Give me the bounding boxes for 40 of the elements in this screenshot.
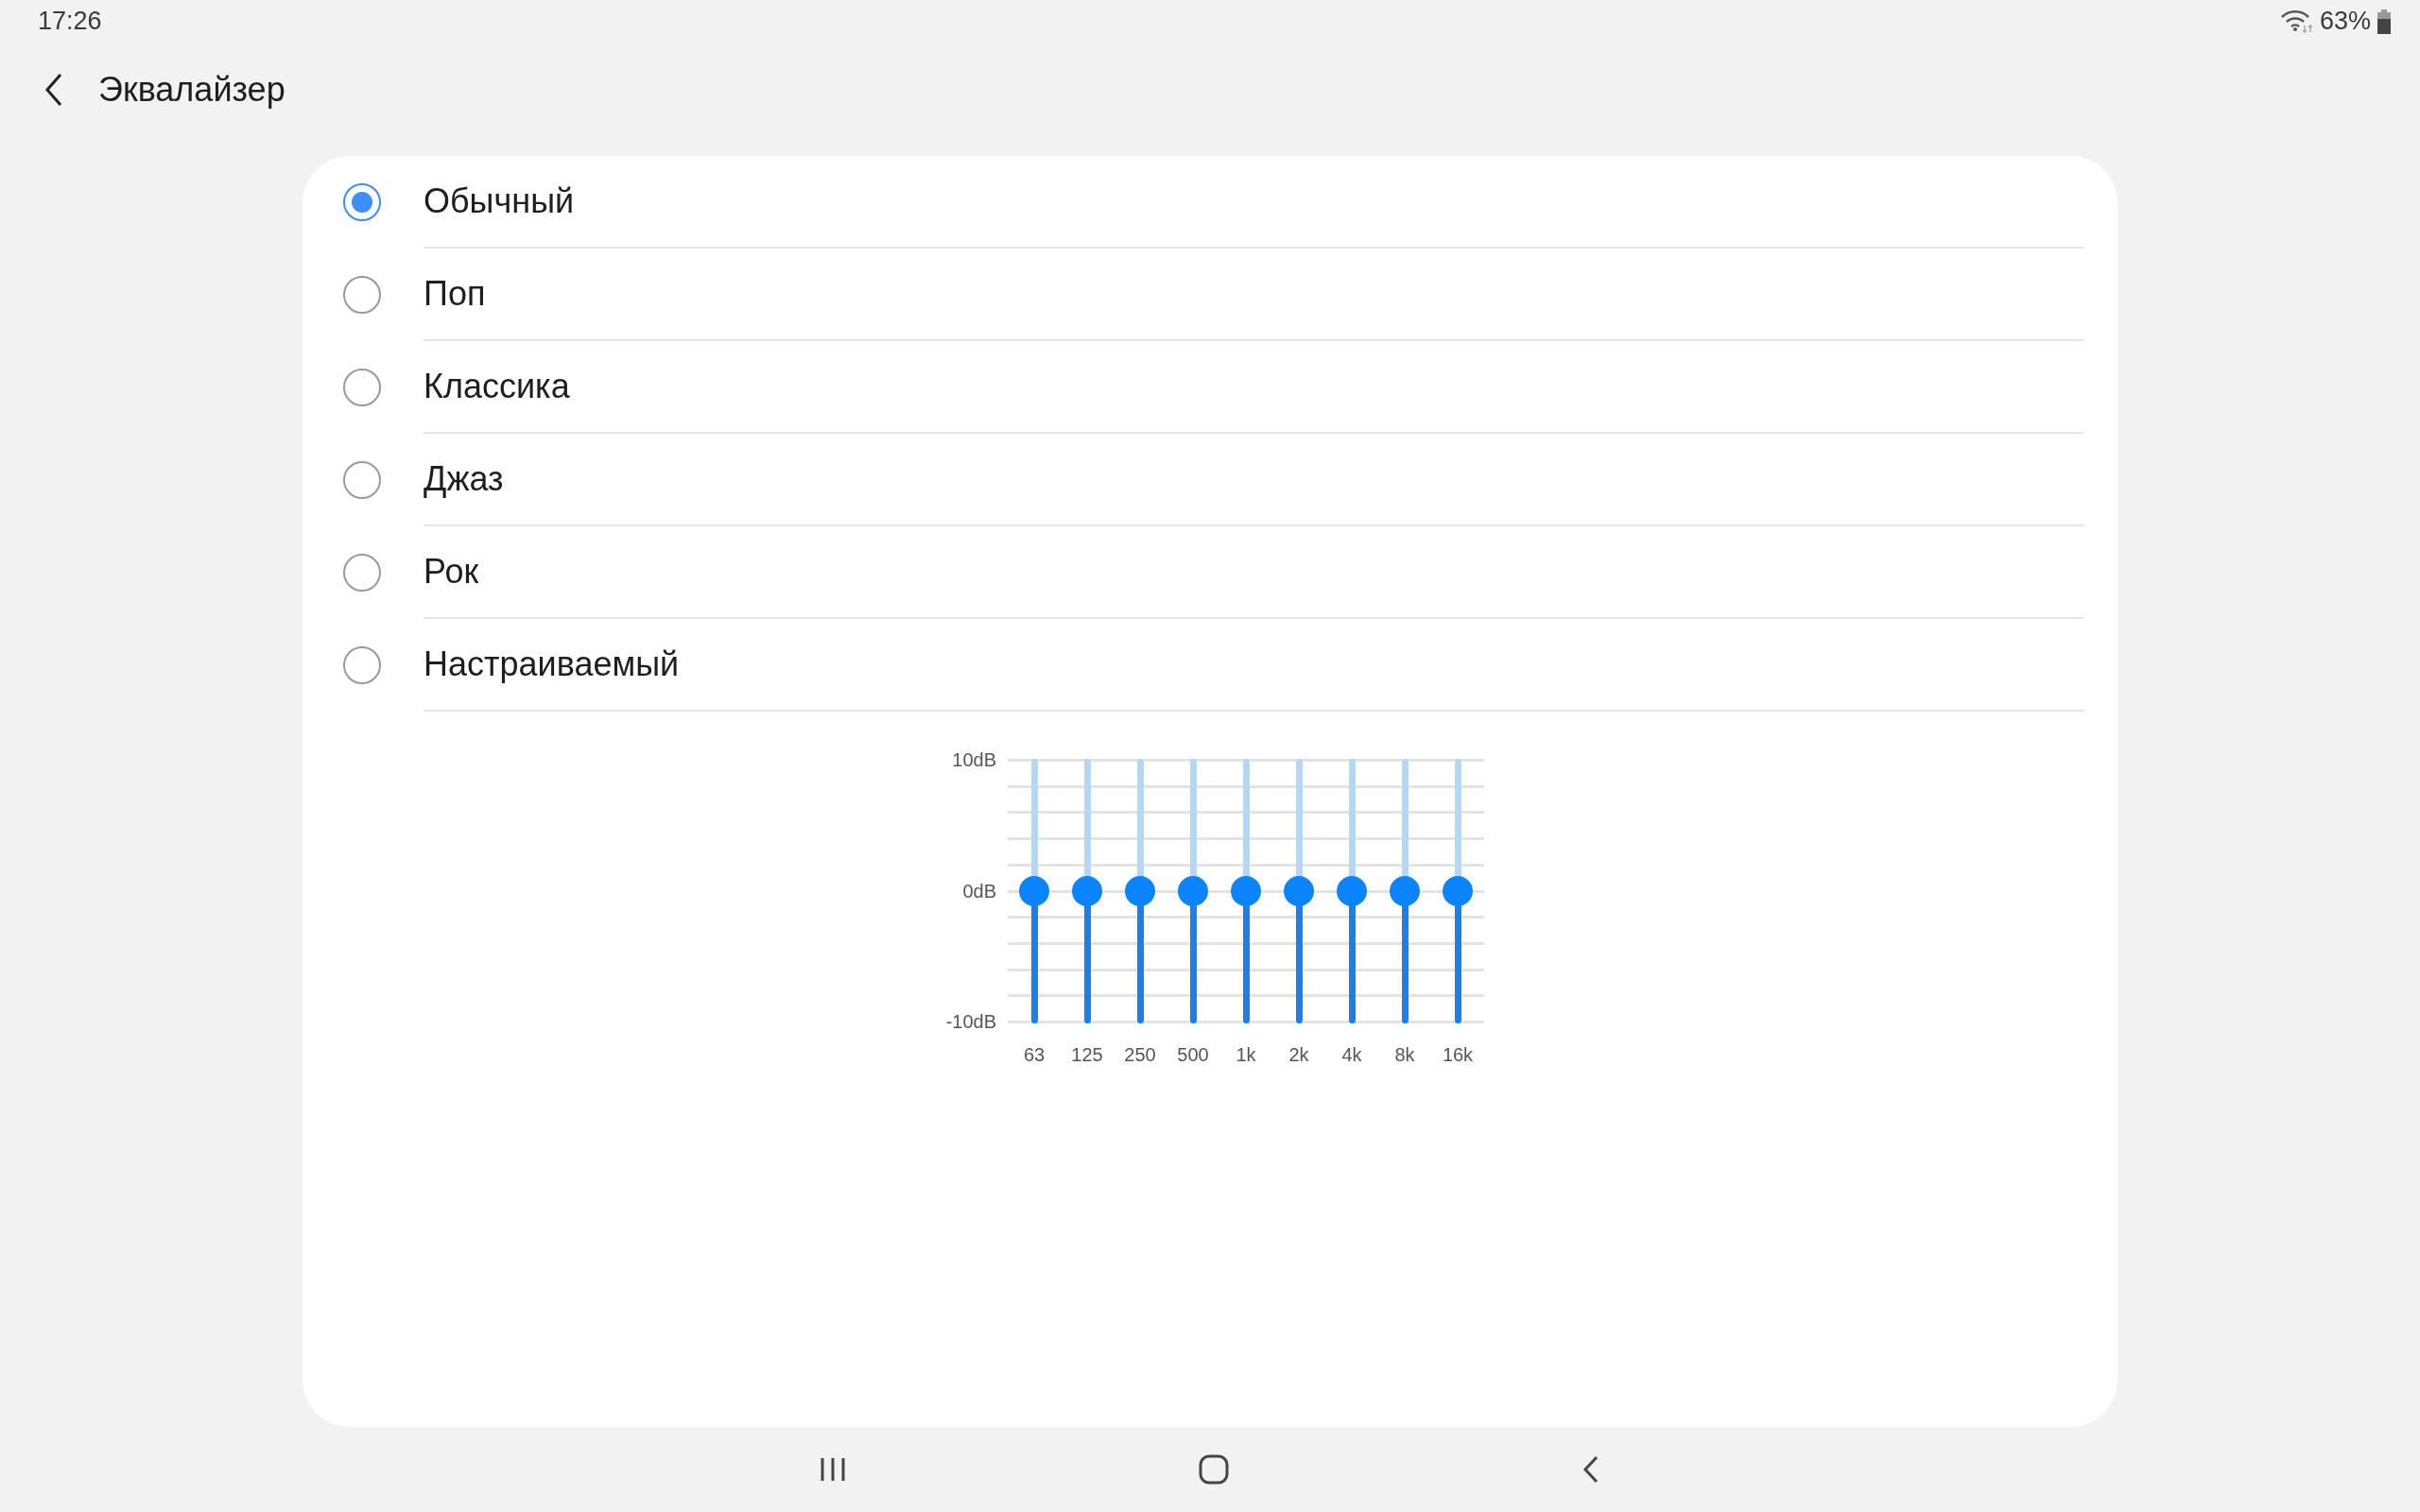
- clock-time: 17:26: [38, 7, 102, 36]
- radio-button[interactable]: [343, 276, 381, 314]
- frequency-label: 500: [1176, 1044, 1210, 1066]
- scale-label: 0dB: [962, 880, 996, 902]
- preset-label[interactable]: Классика: [424, 367, 570, 406]
- preset-label[interactable]: Джаз: [424, 459, 504, 499]
- preset-label[interactable]: Рок: [424, 552, 479, 592]
- frequency-label: 4k: [1340, 1044, 1363, 1066]
- radio-button[interactable]: [343, 554, 381, 592]
- frequency-label: 250: [1123, 1044, 1157, 1066]
- page-title: Эквалайзер: [98, 70, 285, 110]
- wifi-icon: [2279, 9, 2314, 34]
- preset-label[interactable]: Настраиваемый: [424, 644, 680, 684]
- slider-thumb[interactable]: [1125, 876, 1155, 906]
- frequency-label: 8k: [1393, 1044, 1416, 1066]
- slider-thumb[interactable]: [1443, 876, 1473, 906]
- preset-label[interactable]: Поп: [424, 274, 486, 314]
- scale-label: 10dB: [952, 749, 996, 771]
- radio-button[interactable]: [343, 646, 381, 684]
- battery-icon: [2377, 9, 2392, 34]
- slider-thumb[interactable]: [1019, 876, 1049, 906]
- frequency-label: 16k: [1441, 1044, 1475, 1066]
- battery-percent: 63%: [2319, 7, 2371, 36]
- frequency-label: 125: [1070, 1044, 1104, 1066]
- preset-label[interactable]: Обычный: [424, 181, 575, 221]
- slider-thumb[interactable]: [1284, 876, 1314, 906]
- radio-button[interactable]: [343, 461, 381, 499]
- slider-thumb[interactable]: [1337, 876, 1367, 906]
- rounded-square-icon: [1199, 1454, 1229, 1485]
- three-bars-icon: [819, 1456, 847, 1483]
- radio-button[interactable]: [343, 183, 381, 221]
- slider-thumb[interactable]: [1072, 876, 1102, 906]
- slider-thumb[interactable]: [1390, 876, 1420, 906]
- slider-thumb[interactable]: [1231, 876, 1261, 906]
- radio-button[interactable]: [343, 369, 381, 406]
- frequency-label: 1k: [1235, 1044, 1257, 1066]
- frequency-label: 2k: [1288, 1044, 1310, 1066]
- slider-thumb[interactable]: [1178, 876, 1208, 906]
- scale-label: -10dB: [945, 1011, 996, 1033]
- frequency-label: 63: [1022, 1044, 1046, 1066]
